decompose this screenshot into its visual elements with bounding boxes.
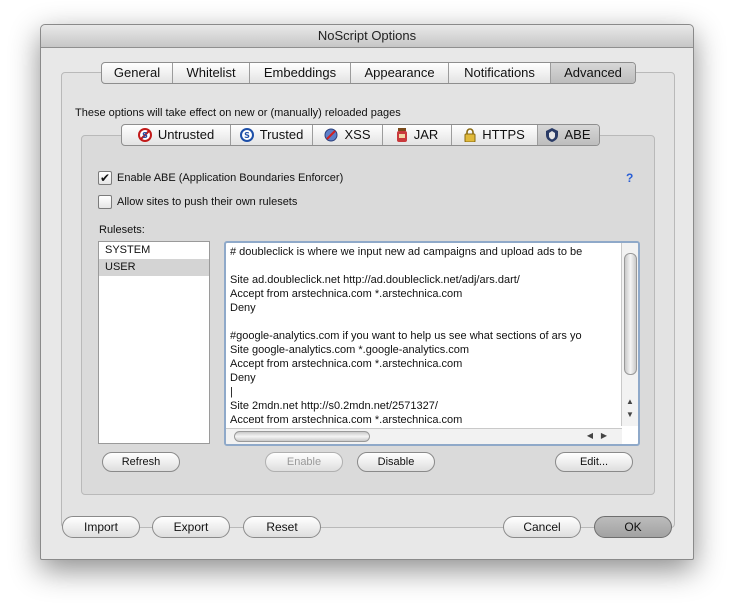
tab-jar-label: JAR [413,127,439,142]
tab-untrusted[interactable]: S Untrusted [122,125,231,145]
import-button[interactable]: Import [62,516,140,538]
enable-abe-checkbox[interactable]: ✔ [98,171,112,185]
tab-whitelist[interactable]: Whitelist [173,63,250,83]
tab-jar[interactable]: JAR [383,125,452,145]
tab-embeddings[interactable]: Embeddings [250,63,351,83]
scroll-down-icon[interactable]: ▼ [624,409,636,421]
tab-advanced[interactable]: Advanced [551,63,635,83]
tab-appearance[interactable]: Appearance [351,63,449,83]
tab-https-label: HTTPS [482,127,525,142]
enable-abe-label: Enable ABE (Application Boundaries Enfor… [117,172,344,184]
cancel-button[interactable]: Cancel [503,516,581,538]
trusted-icon: S [239,128,254,142]
ruleset-editor[interactable]: # doubleclick is where we input new ad c… [224,241,640,446]
disable-button[interactable]: Disable [357,452,435,472]
scroll-left-icon[interactable]: ◀ [584,430,596,442]
list-item[interactable]: USER [99,259,209,276]
scroll-up-icon[interactable]: ▲ [624,396,636,408]
help-link[interactable]: ? [626,171,633,185]
tab-general[interactable]: General [102,63,173,83]
reload-notice: These options will take effect on new or… [75,107,401,119]
abe-icon [546,128,559,142]
tab-xss[interactable]: XSS [313,125,383,145]
tab-https[interactable]: HTTPS [452,125,538,145]
vertical-scroll-thumb[interactable] [624,253,637,375]
edit-button[interactable]: Edit... [555,452,633,472]
tab-trusted-label: Trusted [259,127,304,142]
window-title: NoScript Options [41,25,693,48]
allow-rulesets-checkbox[interactable] [98,195,112,209]
allow-rulesets-label: Allow sites to push their own rulesets [117,196,298,208]
vertical-scrollbar[interactable]: ▲ ▼ [621,243,638,426]
list-item[interactable]: SYSTEM [99,242,209,259]
tab-untrusted-label: Untrusted [157,127,215,142]
scroll-right-icon[interactable]: ▶ [598,430,610,442]
jar-icon [396,128,407,142]
refresh-button[interactable]: Refresh [102,452,180,472]
tab-abe[interactable]: ABE [538,125,599,145]
reset-button[interactable]: Reset [243,516,321,538]
untrusted-icon: S [137,128,152,142]
tab-xss-label: XSS [344,127,371,142]
ruleset-text[interactable]: # doubleclick is where we input new ad c… [230,245,618,423]
tab-trusted[interactable]: S Trusted [231,125,313,145]
enable-button[interactable]: Enable [265,452,343,472]
tab-notifications[interactable]: Notifications [449,63,551,83]
horizontal-scrollbar[interactable]: ◀ ▶ [226,428,622,444]
rulesets-label: Rulesets: [99,224,145,236]
tab-abe-label: ABE [564,127,591,142]
xss-icon [324,128,338,142]
svg-text:S: S [142,131,148,140]
svg-text:S: S [244,131,250,140]
export-button[interactable]: Export [152,516,230,538]
lock-icon [464,128,476,142]
advanced-tab-bar: S Untrusted S Trusted XSS JAR HTTPS ABE [121,124,600,146]
main-tab-bar: General Whitelist Embeddings Appearance … [101,62,636,84]
options-window: NoScript Options General Whitelist Embed… [40,24,694,560]
ok-button[interactable]: OK [594,516,672,538]
rulesets-list[interactable]: SYSTEM USER [98,241,210,444]
horizontal-scroll-thumb[interactable] [234,431,370,442]
